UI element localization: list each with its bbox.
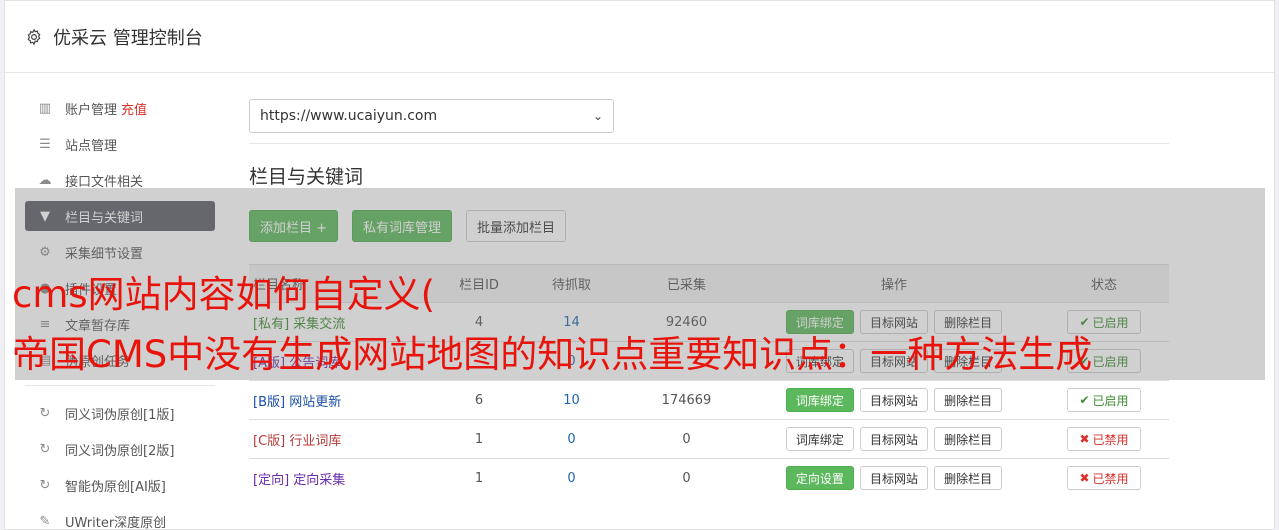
cell-id: 6: [439, 380, 519, 420]
divider: [249, 143, 1169, 144]
status-label: 已禁用: [1092, 432, 1129, 447]
cell-collected: 0: [624, 419, 749, 459]
delete-column-button[interactable]: 删除栏目: [934, 466, 1003, 491]
sidebar-item-label: 账户管理: [65, 102, 118, 118]
delete-column-button[interactable]: 删除栏目: [934, 388, 1003, 412]
table-row: [B版] 网站更新 6 10 174669 词库绑定 目标网站 删除栏目 ✔ 已启用: [249, 380, 1169, 420]
sidebar-item-label: 同义词伪原创[1版]: [65, 407, 175, 423]
cell-actions: 词库绑定 目标网站 删除栏目: [749, 380, 1039, 420]
status-badge[interactable]: ✖ 已禁用: [1067, 427, 1141, 451]
sidebar-item[interactable]: ↻ 智能伪原创[AI版]: [25, 470, 215, 500]
site-select[interactable]: https://www.ucaiyun.com ⌄: [249, 99, 614, 133]
bind-lib-button[interactable]: 定向设置: [785, 466, 854, 491]
cell-status: ✔ 已启用: [1039, 380, 1169, 420]
bar-chart-icon: ▥: [38, 100, 52, 116]
sidebar-item[interactable]: ✎ UWriter深度原创: [25, 506, 215, 530]
cell-actions: 词库绑定 目标网站 删除栏目: [749, 419, 1039, 459]
sidebar-item[interactable]: ↻ 同义词伪原创[1版]: [25, 398, 215, 428]
status-label: 已启用: [1092, 393, 1129, 408]
section-title: 栏目与关键词: [249, 166, 364, 188]
column-name-link[interactable]: 网站更新: [289, 395, 341, 410]
sidebar-item[interactable]: ☰ 站点管理: [25, 129, 215, 159]
overlay-caption-line2: 帝国CMS中没有生成网站地图的知识点重要知识点：一种方法生成: [12, 333, 1093, 376]
cell-id: 1: [439, 458, 519, 498]
refresh-icon: ↻: [39, 405, 51, 421]
cell-name: [B版] 网站更新: [249, 380, 439, 420]
cell-actions: 定向设置 目标网站 删除栏目: [749, 458, 1039, 498]
cell-pending[interactable]: 0: [519, 419, 624, 459]
gear-icon: [27, 28, 41, 45]
page-title: 优采云 管理控制台: [53, 27, 203, 49]
site-select-value: https://www.ucaiyun.com: [260, 108, 438, 124]
cross-icon: ✖: [1079, 471, 1090, 486]
sidebar-divider: [25, 385, 215, 386]
cloud-upload-icon: ☁: [38, 172, 52, 188]
cell-status: ✖ 已禁用: [1039, 419, 1169, 459]
column-name-link[interactable]: 定向采集: [293, 473, 345, 488]
status-badge[interactable]: ✖ 已禁用: [1067, 466, 1141, 491]
cell-collected: 0: [624, 458, 749, 498]
bind-lib-button[interactable]: 词库绑定: [785, 388, 854, 412]
cross-icon: ✖: [1079, 432, 1090, 446]
target-site-button[interactable]: 目标网站: [859, 427, 928, 451]
sidebar-item-label: UWriter深度原创: [65, 515, 167, 530]
column-tag: [B版]: [253, 394, 286, 410]
table-row: [C版] 行业词库 1 0 0 词库绑定 目标网站 删除栏目 ✖ 已禁用: [249, 419, 1169, 459]
status-badge[interactable]: ✔ 已启用: [1067, 388, 1141, 412]
delete-column-button[interactable]: 删除栏目: [934, 427, 1003, 451]
overlay-caption-line1: cms网站内容如何自定义(: [12, 273, 436, 316]
cell-id: 1: [439, 419, 519, 459]
cell-pending[interactable]: 10: [519, 380, 624, 420]
page-header: 优采云 管理控制台: [5, 1, 1274, 73]
sidebar-item-label: 接口文件相关: [65, 174, 144, 190]
edit-icon: ✎: [39, 513, 51, 529]
sidebar-item-label: 同义词伪原创[2版]: [65, 443, 175, 459]
refresh-icon: ↻: [39, 477, 51, 493]
refresh-icon: ↻: [39, 441, 51, 457]
sidebar-item-label: 站点管理: [65, 138, 118, 154]
sidebar-item[interactable]: ▥ 账户管理 充值: [25, 93, 215, 123]
column-tag: [定向]: [253, 472, 290, 488]
recharge-link[interactable]: 充值: [121, 99, 147, 118]
target-site-button[interactable]: 目标网站: [859, 388, 928, 412]
cell-collected: 174669: [624, 380, 749, 420]
cell-status: ✖ 已禁用: [1039, 458, 1169, 498]
bind-lib-button[interactable]: 词库绑定: [785, 427, 854, 451]
target-site-button[interactable]: 目标网站: [859, 466, 928, 491]
table-row: [定向] 定向采集 1 0 0 定向设置 目标网站 删除栏目 ✖ 已禁用: [249, 458, 1169, 498]
status-label: 已禁用: [1092, 471, 1129, 486]
cell-pending[interactable]: 0: [519, 458, 624, 498]
check-icon: ✔: [1079, 393, 1090, 407]
cell-name: [C版] 行业词库: [249, 419, 439, 459]
sidebar-item-label: 智能伪原创[AI版]: [65, 479, 166, 495]
chevron-down-icon: ⌄: [592, 109, 603, 123]
column-tag: [C版]: [253, 433, 286, 449]
server-icon: ☰: [39, 136, 51, 152]
column-name-link[interactable]: 行业词库: [289, 434, 341, 449]
sidebar-item[interactable]: ↻ 同义词伪原创[2版]: [25, 434, 215, 464]
cell-name: [定向] 定向采集: [249, 458, 439, 498]
